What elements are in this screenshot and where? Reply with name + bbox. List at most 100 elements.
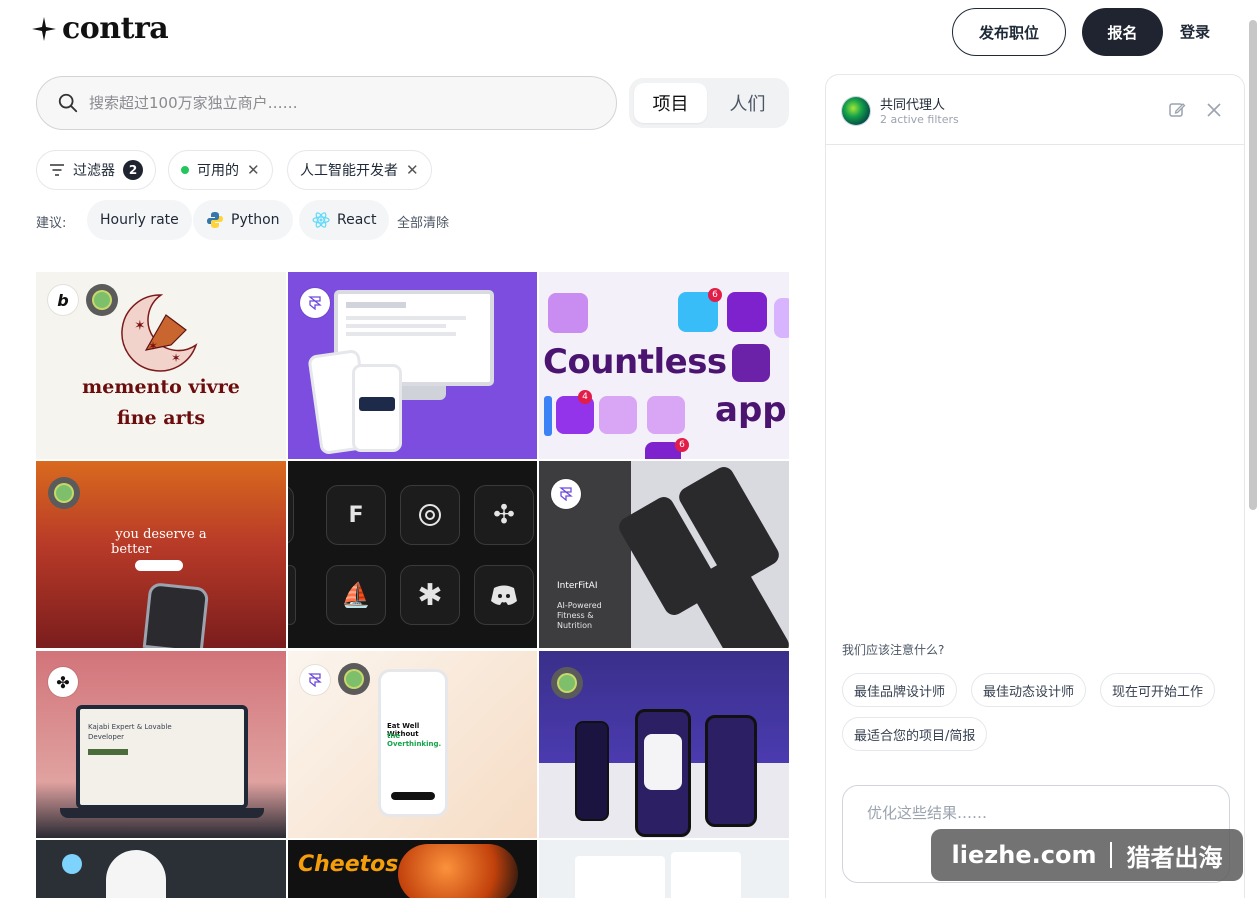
openai-icon-tile: [400, 485, 460, 545]
creator-avatar[interactable]: b: [48, 285, 78, 315]
suggestion-hourly-rate[interactable]: Hourly rate: [87, 200, 192, 240]
clover-logo-icon: ✤: [56, 672, 70, 692]
project-card-countless[interactable]: 6 Countless 4 app 6: [539, 272, 789, 459]
notification-badge: 4: [578, 390, 592, 404]
svg-text:✶: ✶: [148, 339, 158, 353]
agent-avatar-icon: [842, 97, 870, 125]
sparkle-logo-icon: [32, 17, 56, 41]
tab-people[interactable]: 人们: [711, 83, 784, 123]
prompt-chip-best-brand-designer[interactable]: 最佳品牌设计师: [842, 673, 958, 707]
discord-icon: [491, 585, 517, 605]
project-card-deserve[interactable]: you deserve a better: [36, 461, 286, 648]
edit-icon[interactable]: [1167, 100, 1187, 120]
prompt-chip-best-for-project[interactable]: 最适合您的项目/简报: [842, 717, 988, 751]
framer-icon-tile: F: [326, 485, 386, 545]
sign-up-button[interactable]: 报名: [1082, 8, 1163, 56]
app-title: app: [715, 390, 787, 430]
suggestion-react[interactable]: React: [299, 200, 390, 240]
creator-avatar[interactable]: [300, 665, 330, 695]
filter-chip-ai-developer[interactable]: 人工智能开发者 ✕: [287, 150, 432, 190]
kajabi-line1: Kajabi Expert & Lovable: [88, 723, 172, 731]
suggestion-label: Hourly rate: [100, 212, 179, 228]
memento-illustration-icon: ✶ ✶ ✶: [121, 294, 198, 372]
mail-app-icon-2: [599, 396, 637, 434]
verified-badge-icon: [48, 477, 80, 509]
contra-logo[interactable]: contra: [32, 14, 169, 44]
search-input[interactable]: [89, 94, 569, 112]
search-mode-toggle: 项目 人们: [629, 78, 789, 128]
interfit-tagline: AI-Powered Fitness & Nutrition: [557, 601, 602, 630]
countless-title: Countless: [543, 342, 727, 382]
remove-filter-icon[interactable]: ✕: [247, 162, 260, 178]
cheetos-logo: Cheetos: [298, 852, 399, 877]
verified-badge-icon: [86, 284, 118, 316]
b-logo-icon: b: [57, 290, 69, 310]
project-card-kajabi[interactable]: ✤ Kajabi Expert & Lovable Developer: [36, 651, 286, 838]
dashboard-card: [575, 856, 665, 898]
chat-app-icon: [647, 396, 685, 434]
suggestions-label: 建议:: [36, 216, 67, 231]
suggestion-python[interactable]: Python: [193, 200, 293, 240]
creator-avatar[interactable]: [551, 479, 581, 509]
laptop-screen: Kajabi Expert & Lovable Developer: [76, 705, 248, 809]
agent-subtitle: 2 active filters: [880, 113, 959, 126]
prompt-chip-available-now[interactable]: 现在可开始工作: [1100, 673, 1216, 707]
filter-chip-label: 可用的: [197, 163, 239, 179]
prompt-question: 我们应该注意什么?: [842, 643, 945, 657]
svg-text:✶: ✶: [171, 351, 181, 365]
framer-logo-icon: [559, 487, 573, 501]
search-icon: [58, 93, 78, 113]
prompt-chip-best-motion-designer[interactable]: 最佳动态设计师: [971, 673, 1087, 707]
project-card-social[interactable]: [36, 840, 286, 898]
dashboard-card-2: [671, 852, 741, 898]
creator-avatar[interactable]: ✤: [48, 667, 78, 697]
search-bar[interactable]: [36, 76, 617, 130]
project-card-interfit[interactable]: InterFitAI AI-Powered Fitness & Nutritio…: [539, 461, 789, 648]
agent-title: 共同代理人: [880, 98, 946, 113]
agent-panel-header: 共同代理人 2 active filters: [826, 75, 1244, 145]
page-scrollbar[interactable]: [1249, 20, 1257, 510]
cta-bar: [88, 749, 128, 755]
filter-count-badge: 2: [123, 160, 143, 180]
project-card-memento[interactable]: b ✶ ✶ ✶ memento vivre fine arts: [36, 272, 286, 459]
svg-text:✶: ✶: [134, 318, 146, 334]
deserve-line1: you deserve a: [115, 527, 207, 542]
watermark-brand: 猎者出海: [1126, 843, 1223, 872]
watermark-domain: liezhe.com: [951, 841, 1097, 869]
project-card-dashboard[interactable]: [539, 840, 789, 898]
filter-chip-label: 人工智能开发者: [300, 163, 398, 179]
clear-all-link[interactable]: 全部清除: [397, 212, 449, 231]
python-icon: [207, 212, 223, 228]
filter-chip-available[interactable]: 可用的 ✕: [168, 150, 273, 190]
project-card-ai-icons[interactable]: F ✣ ⛵ ✱: [288, 461, 537, 648]
project-card-cheetos[interactable]: Cheetos: [288, 840, 537, 898]
phone-mockup: Eat Well Without the Overthinking.: [378, 669, 448, 817]
filters-label: 过滤器: [73, 163, 115, 179]
partial-app-icon: [774, 298, 789, 338]
suggestion-label: Python: [231, 212, 280, 228]
tab-projects[interactable]: 项目: [634, 83, 707, 123]
login-link[interactable]: 登录: [1180, 21, 1210, 42]
close-icon[interactable]: [1204, 100, 1224, 120]
phone-mockup-3: [705, 715, 757, 827]
framer-logo-icon: [308, 673, 322, 687]
sailboat-icon-tile: ⛵: [326, 565, 386, 625]
openai-icon: [419, 504, 441, 526]
suggestion-label: React: [337, 212, 377, 228]
illustration-shape: [106, 850, 166, 898]
filters-button[interactable]: 过滤器 2: [36, 150, 156, 190]
site-watermark: liezhe.com 猎者出海: [931, 829, 1243, 881]
post-job-button[interactable]: 发布职位: [952, 8, 1066, 56]
interfit-brand-name: InterFitAI: [557, 581, 598, 591]
project-card-language-app[interactable]: [539, 651, 789, 838]
eat-well-line2: the Overthinking.: [387, 732, 442, 748]
watermark-divider: [1110, 842, 1113, 868]
kajabi-line2: Developer: [88, 733, 125, 741]
cheetos-illustration: [398, 844, 518, 898]
project-card-mockup[interactable]: [288, 272, 537, 459]
memento-title-line1: memento vivre: [82, 376, 240, 398]
project-grid: b ✶ ✶ ✶ memento vivre fine arts 6 Countl…: [36, 272, 789, 898]
creator-avatar[interactable]: [300, 288, 330, 318]
remove-filter-icon[interactable]: ✕: [406, 162, 419, 178]
project-card-eat-well[interactable]: Eat Well Without the Overthinking.: [288, 651, 537, 838]
